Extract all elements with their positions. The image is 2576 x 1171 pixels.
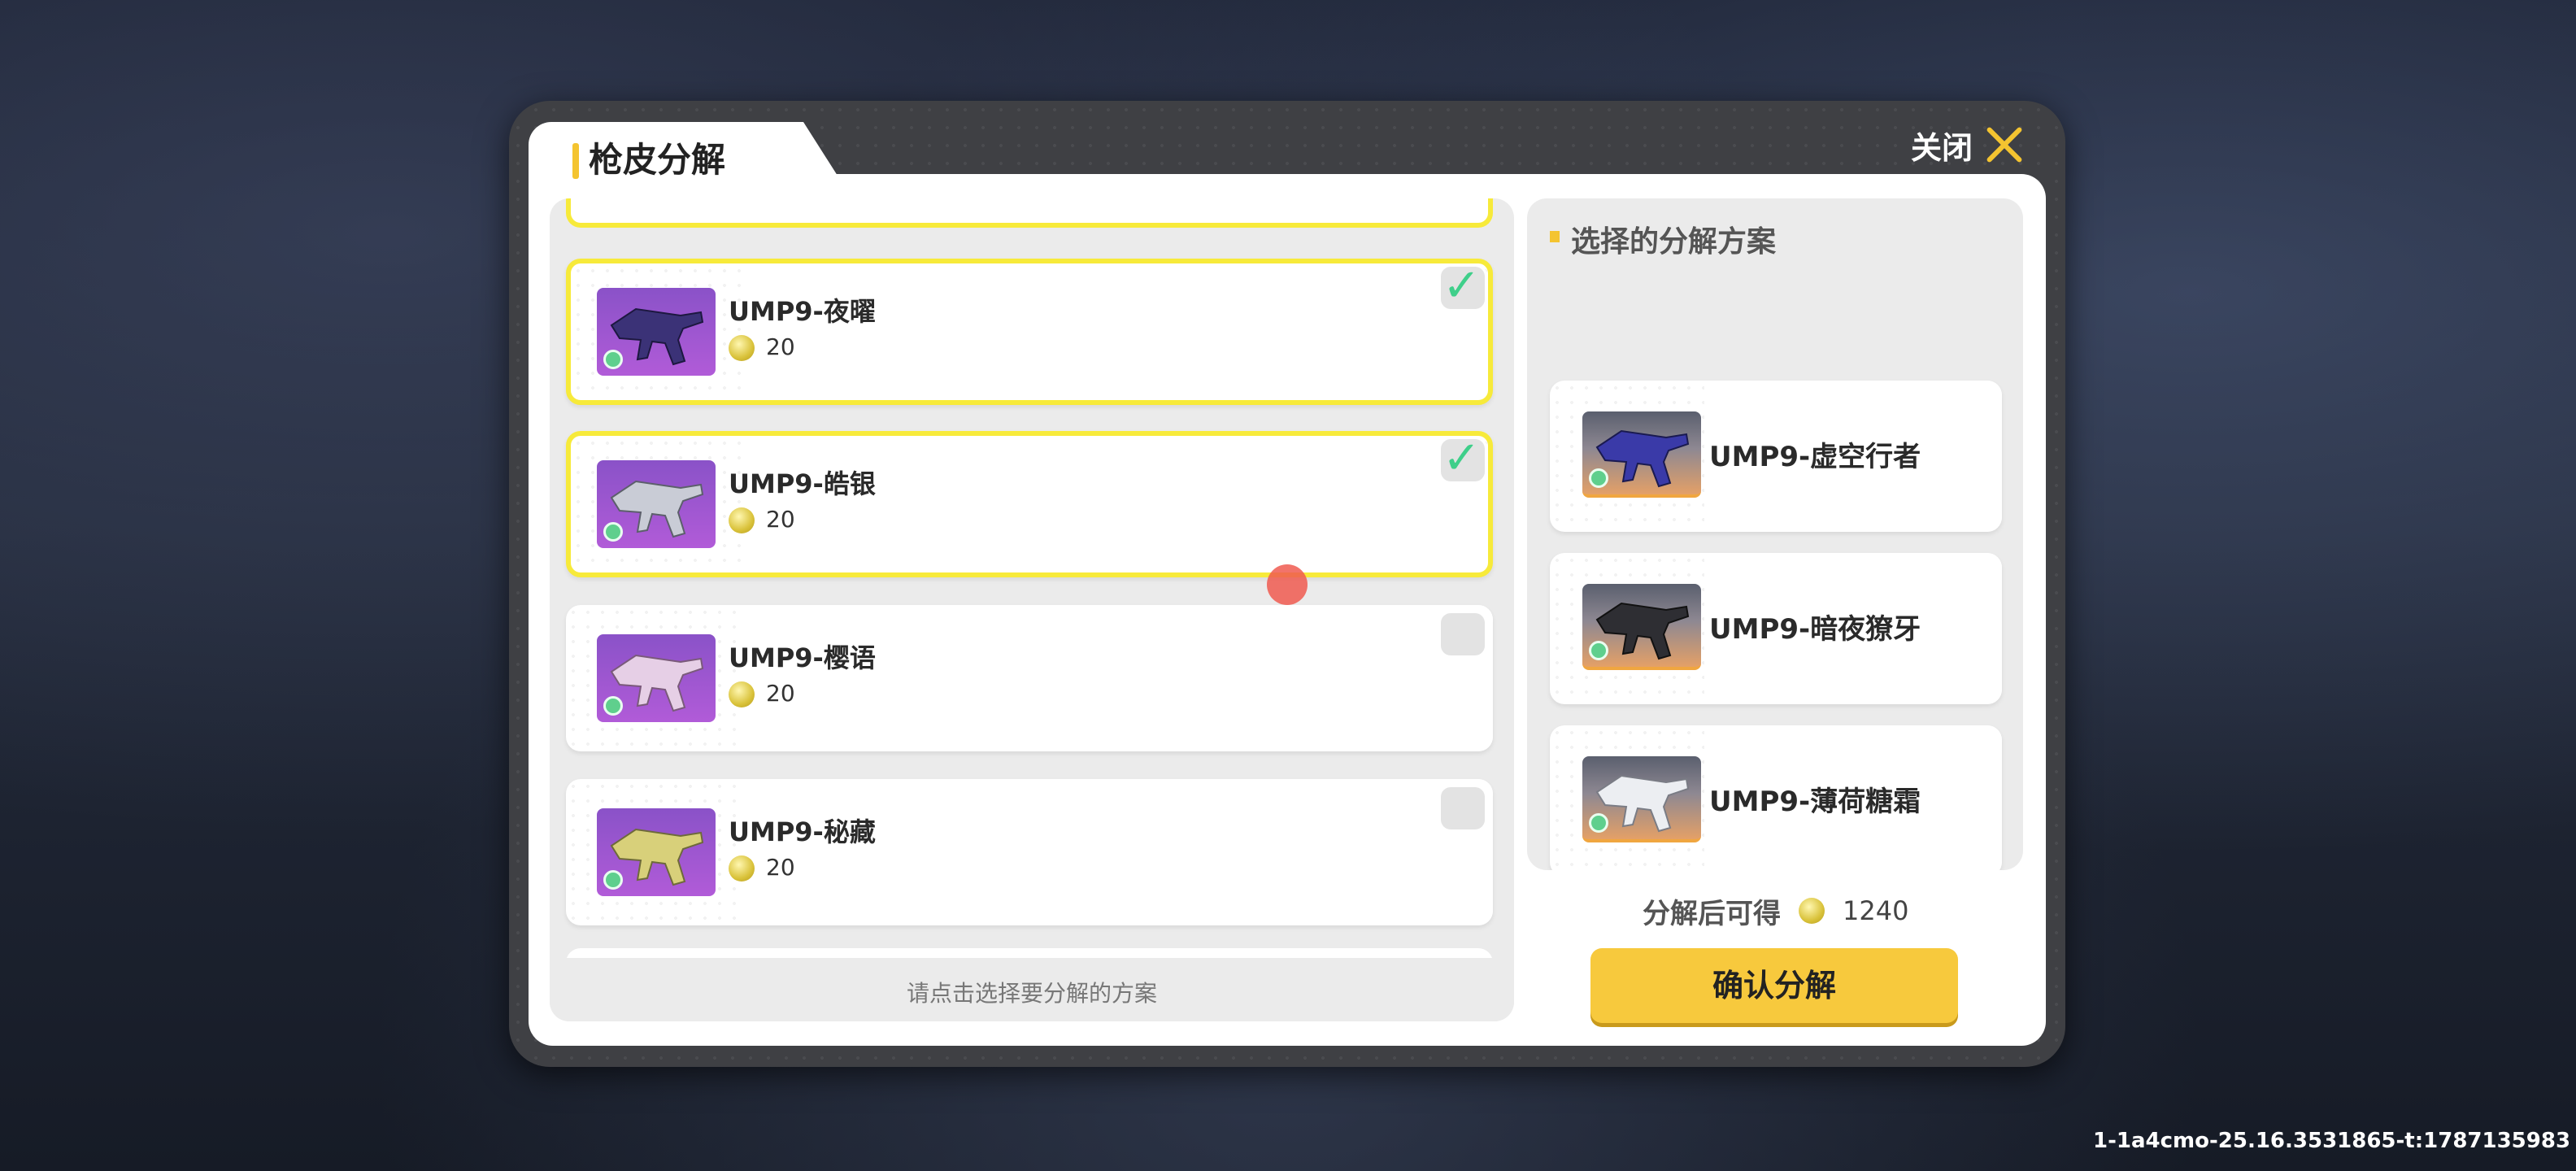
selected-plan-panel[interactable]: 选择的分解方案 UMP9-虚空行者 UMP9-暗夜獠牙 UMP9-薄荷糖霜 (1527, 198, 2023, 870)
skin-thumbnail (597, 460, 716, 548)
yield-label: 分解后可得 (1643, 897, 1781, 930)
skin-thumbnail (1582, 584, 1701, 670)
plan-name: UMP9-薄荷糖霜 (1709, 786, 1921, 818)
close-label: 关闭 (1911, 129, 1973, 166)
grade-badge (603, 696, 623, 716)
grade-badge (1589, 641, 1608, 660)
coin-icon (729, 681, 755, 707)
list-item[interactable]: UMP9-樱语 20 (566, 605, 1493, 751)
confirm-decompose-button[interactable]: 确认分解 (1590, 948, 1958, 1023)
select-checkbox[interactable]: ✓ (1441, 434, 1485, 483)
coin-icon (1799, 898, 1825, 924)
skin-name: UMP9-皓银 (729, 468, 876, 499)
yield-value: 1240 (1843, 895, 1909, 926)
list-item[interactable]: UMP9-秘藏 20 (566, 779, 1493, 925)
grade-badge (603, 522, 623, 542)
plan-item[interactable]: UMP9-虚空行者 (1550, 381, 2002, 532)
coin-icon (729, 855, 755, 882)
grade-badge (1589, 468, 1608, 488)
skin-list-panel[interactable]: UMP9-夜曜 20 ✓ UMP9-皓银 20 ✓ UMP9-樱语 20 UMP… (550, 198, 1514, 1021)
skin-name: UMP9-秘藏 (729, 816, 876, 847)
close-icon (1984, 124, 2025, 165)
skin-name: UMP9-樱语 (729, 642, 876, 673)
checkmark-icon: ✓ (1442, 259, 1481, 312)
grade-badge (1589, 813, 1608, 833)
close-button[interactable]: 关闭 (1911, 119, 2025, 171)
coin-value: 20 (766, 506, 795, 533)
plan-item[interactable]: UMP9-薄荷糖霜 (1550, 725, 2002, 870)
coin-icon (729, 335, 755, 361)
touch-indicator (1267, 564, 1308, 605)
skin-thumbnail (597, 808, 716, 896)
skin-thumbnail (597, 634, 716, 722)
select-checkbox[interactable] (1441, 613, 1485, 655)
section-title: 选择的分解方案 (1571, 225, 1777, 259)
build-id: 1-1a4cmo-25.16.3531865-t:1787135983 (2093, 1129, 2571, 1153)
yield-summary: 分解后可得 1240 (1643, 888, 1908, 934)
title-accent-bar (572, 143, 579, 179)
skin-thumbnail (597, 288, 716, 376)
coin-value: 20 (766, 333, 795, 360)
list-item[interactable]: UMP9-皓银 20 ✓ (566, 431, 1493, 577)
plan-name: UMP9-虚空行者 (1709, 441, 1921, 473)
card-fill (750, 436, 1488, 572)
list-item-partial[interactable] (566, 198, 1493, 228)
card-fill (745, 605, 1493, 751)
list-item[interactable]: UMP9-夜曜 20 ✓ (566, 259, 1493, 405)
skin-thumbnail (1582, 756, 1701, 842)
skin-thumbnail (1582, 411, 1701, 498)
coin-icon (729, 507, 755, 533)
selection-hint: 请点击选择要分解的方案 (550, 966, 1514, 1021)
select-checkbox[interactable]: ✓ (1441, 262, 1485, 311)
skin-list[interactable]: UMP9-夜曜 20 ✓ UMP9-皓银 20 ✓ UMP9-樱语 20 UMP… (550, 198, 1514, 958)
plan-item[interactable]: UMP9-暗夜獠牙 (1550, 553, 2002, 704)
coin-value: 20 (766, 854, 795, 881)
card-fill (750, 263, 1488, 400)
plan-name: UMP9-暗夜獠牙 (1709, 613, 1921, 646)
skin-name: UMP9-夜曜 (729, 296, 876, 327)
grade-badge (603, 870, 623, 890)
list-item-partial[interactable] (566, 948, 1493, 958)
dialog-title: 枪皮分解 (589, 140, 726, 180)
grade-badge (603, 350, 623, 369)
section-marker (1550, 231, 1560, 242)
select-checkbox[interactable] (1441, 787, 1485, 829)
card-fill (745, 779, 1493, 925)
checkmark-icon: ✓ (1442, 432, 1481, 485)
coin-value: 20 (766, 680, 795, 707)
